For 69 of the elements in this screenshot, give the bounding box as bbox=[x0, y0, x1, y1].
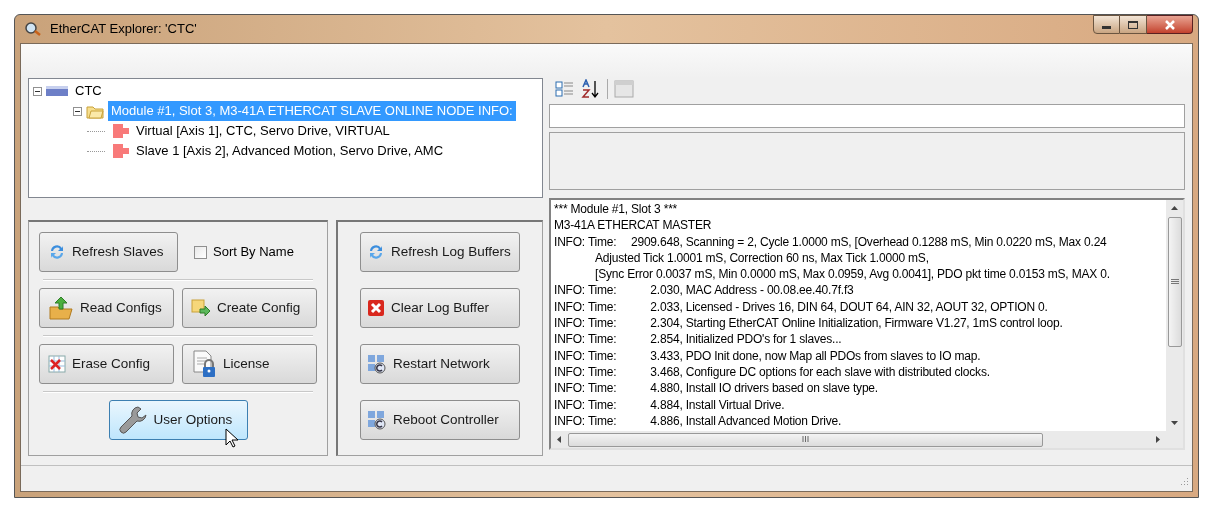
toolbar-button[interactable]: User Options bbox=[108, 400, 248, 440]
log-line: [Sync Error 0.0037 mS, Min 0.0000 mS, Max 0.0959, Avg 0.0041], PDO pkt time 0.0153 mS, MAX 0. bbox=[595, 266, 1110, 283]
close-button[interactable] bbox=[1147, 15, 1193, 34]
log-prefix: INFO: Time: bbox=[554, 233, 618, 250]
log-prefix: INFO: Time: bbox=[554, 315, 618, 332]
tree-item[interactable]: CTC bbox=[72, 81, 105, 101]
plug-icon bbox=[113, 144, 129, 158]
mouse-cursor-icon bbox=[225, 428, 239, 448]
sort-alphabetical-icon[interactable] bbox=[581, 79, 601, 99]
log-message: 2.033, Licensed - Drives 16, DIN 64, DOUT 64, AIN 32, AOUT 32, OPTION 0. bbox=[649, 298, 1048, 316]
close-icon bbox=[367, 299, 385, 317]
log-message: 4.886, Install Advanced Motion Drive. bbox=[649, 412, 842, 430]
log-prefix: INFO: Time: bbox=[554, 347, 618, 364]
checkbox[interactable] bbox=[194, 245, 207, 259]
toolbar-button[interactable]: License bbox=[182, 344, 317, 384]
scrollbar-thumb[interactable] bbox=[1167, 217, 1182, 347]
log-prefix: INFO: Time: bbox=[554, 412, 618, 430]
tree-item[interactable]: Virtual [Axis 1], CTC, Servo Drive, VIRTUAL bbox=[133, 121, 393, 141]
log-line: M3-41A ETHERCAT MASTER bbox=[554, 217, 712, 234]
log-prefix: INFO: Time: bbox=[554, 380, 618, 397]
log-line: Adjusted Tick 1.0001 mS, Correction 60 ns, Max Tick 1.0000 mS, bbox=[595, 249, 929, 267]
toolbar-button[interactable]: Create Config bbox=[182, 288, 317, 328]
controller-icon bbox=[46, 85, 68, 97]
tree-item[interactable]: Slave 1 [Axis 2], Advanced Motion, Servo Drive, AMC bbox=[133, 141, 447, 161]
log-prefix: INFO: Time: bbox=[554, 363, 618, 381]
toolbar-button[interactable]: Erase Config bbox=[39, 344, 174, 384]
toolbar-button[interactable]: Read Configs bbox=[39, 288, 174, 328]
folder-upload-icon bbox=[48, 295, 74, 321]
log-message: 2909.648, Scanning = 2, Cycle 1.0000 mS, [Overhead 0.1288 mS, Min 0.0220 mS, Max 0.24 bbox=[629, 233, 1107, 250]
grid-x-icon bbox=[48, 355, 66, 373]
network-restart-icon bbox=[367, 354, 387, 374]
toolbar-button[interactable]: Refresh Slaves bbox=[39, 232, 178, 272]
log-message: 2.854, Initialized PDO's for 1 slaves... bbox=[649, 331, 842, 348]
vertical-scrollbar[interactable] bbox=[1166, 200, 1183, 431]
log-message: 4.880, Install IO drivers based on slave type. bbox=[649, 380, 878, 397]
refresh-icon bbox=[367, 243, 385, 261]
collapse-icon[interactable] bbox=[73, 106, 82, 116]
log-button[interactable]: Reboot Controller bbox=[360, 400, 520, 440]
horizontal-scrollbar[interactable]: III bbox=[551, 431, 1183, 448]
log-prefix: INFO: Time: bbox=[554, 331, 618, 348]
log-button[interactable]: Clear Log Buffer bbox=[360, 288, 520, 328]
categorized-icon[interactable] bbox=[555, 80, 575, 98]
minimize-button[interactable] bbox=[1093, 15, 1120, 34]
collapse-icon[interactable] bbox=[33, 86, 42, 96]
log-message: 2.030, MAC Address - 00.08.ee.40.7f.f3 bbox=[649, 282, 854, 299]
log-button[interactable]: Refresh Log Buffers bbox=[360, 232, 520, 272]
wrench-icon bbox=[117, 405, 148, 435]
document-lock-icon bbox=[191, 350, 217, 378]
log-line: *** Module #1, Slot 3 *** bbox=[554, 201, 678, 218]
refresh-icon bbox=[48, 243, 66, 261]
window-title: EtherCAT Explorer: 'CTC' bbox=[50, 20, 197, 39]
network-restart-icon bbox=[367, 410, 387, 430]
log-prefix: INFO: Time: bbox=[554, 298, 618, 316]
log-message: 3.468, Configure DC options for each slave with distributed clocks. bbox=[649, 363, 990, 381]
log-message: 3.433, PDO Init done, now Map all PDOs from slaves to IO map. bbox=[649, 347, 981, 364]
close-icon bbox=[1163, 19, 1176, 30]
magnifier-icon bbox=[24, 21, 42, 37]
scrollbar-thumb[interactable]: III bbox=[568, 432, 1043, 447]
log-prefix: INFO: Time: bbox=[554, 282, 618, 299]
plug-icon bbox=[113, 124, 129, 138]
log-message: 2.304, Starting EtherCAT Online Initialization, Firmware V1.27, 1mS control loop. bbox=[649, 315, 1063, 332]
log-prefix: INFO: Time: bbox=[554, 396, 618, 413]
log-message: 4.884, Install Virtual Drive. bbox=[649, 396, 785, 413]
folder-icon bbox=[86, 103, 104, 119]
maximize-button[interactable] bbox=[1120, 15, 1147, 34]
document-arrow-icon bbox=[191, 298, 211, 318]
checkbox-label: Sort By Name bbox=[213, 243, 294, 262]
log-button[interactable]: Restart Network bbox=[360, 344, 520, 384]
property-field[interactable] bbox=[549, 104, 1185, 128]
